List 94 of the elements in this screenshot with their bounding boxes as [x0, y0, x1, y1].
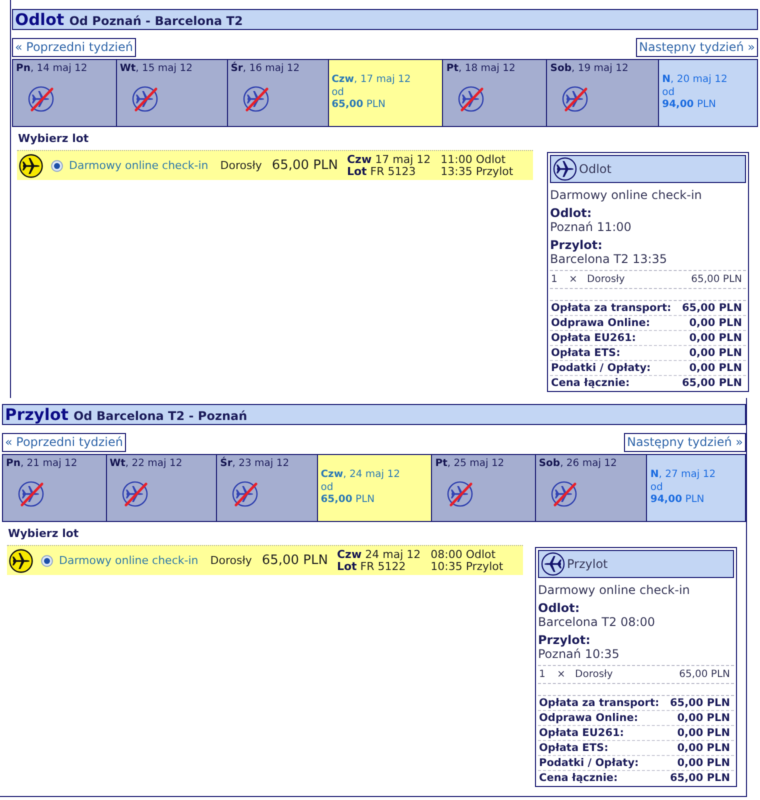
- arrival-time: 10:35 Przylot: [430, 560, 504, 572]
- passenger-amount: 65,00 PLN: [691, 273, 742, 287]
- fee-amount: 0,00 PLN: [677, 741, 730, 755]
- day-button[interactable]: Czw, 24 maj 12 od 65,00 PLN: [318, 455, 432, 521]
- no-flight-icon: [120, 478, 150, 508]
- fee-label: Opłata za transport:: [551, 301, 672, 315]
- departure-label: Odlot:: [550, 206, 593, 220]
- arrival-label: Przylot:: [550, 238, 604, 252]
- day-button[interactable]: Wt, 22 maj 12: [106, 455, 218, 521]
- no-flight-icon: [16, 478, 46, 508]
- fare-name: Darmowy online check-in: [550, 188, 703, 202]
- fee-label: Cena łącznie:: [539, 771, 618, 785]
- passenger-type: Dorosły: [575, 668, 614, 682]
- departure-time: 08:00 Odlot: [430, 548, 497, 560]
- fee-amount: 65,00 PLN: [670, 771, 730, 785]
- fare-name: Darmowy online check-in: [538, 583, 691, 597]
- no-flight-icon: [130, 84, 160, 114]
- passenger-amount: 65,00 PLN: [679, 668, 730, 682]
- passenger-count: 1: [539, 668, 546, 682]
- arrival-label: Przylot:: [538, 633, 592, 647]
- fee-amount: 0,00 PLN: [677, 711, 730, 725]
- day-button[interactable]: Sob, 26 maj 12: [536, 455, 648, 521]
- departure-info: Barcelona T2 08:00: [538, 615, 656, 629]
- day-button[interactable]: Czw, 17 maj 12 od 65,00 PLN: [328, 60, 444, 126]
- day-button[interactable]: Sob, 19 maj 12: [547, 60, 660, 126]
- no-flight-icon: [548, 478, 579, 508]
- radio-button[interactable]: [51, 160, 63, 172]
- summary-title: Odlot: [579, 162, 612, 176]
- no-flight-icon: [445, 478, 476, 508]
- day-button[interactable]: Pn, 14 maj 12: [13, 60, 117, 126]
- plane-icon: [9, 548, 33, 572]
- passenger-type: Dorosły: [587, 273, 626, 287]
- fee-amount: 65,00 PLN: [682, 376, 742, 390]
- choose-flight-heading: Wybierz lot: [17, 132, 90, 146]
- summary-title: Przylot: [567, 557, 608, 571]
- fee-label: Odprawa Online:: [551, 316, 650, 330]
- fee-amount: 0,00 PLN: [689, 316, 742, 330]
- passenger-count: 1: [551, 273, 558, 287]
- fee-amount: 0,00 PLN: [689, 346, 742, 360]
- fare-label: Darmowy online check-in: [59, 554, 198, 567]
- day-button[interactable]: Pn, 21 maj 12: [3, 455, 107, 521]
- fee-label: Opłata ETS:: [551, 346, 620, 360]
- arrival-time: 13:35 Przylot: [440, 166, 514, 178]
- departure-info: Poznań 11:00: [550, 220, 632, 234]
- plane-icon: [19, 154, 43, 178]
- flight-number: Lot FR 5122: [336, 560, 407, 572]
- flight-price: 65,00 PLN: [262, 553, 328, 568]
- fee-label: Podatki / Opłaty:: [539, 756, 639, 770]
- fee-amount: 0,00 PLN: [677, 756, 730, 770]
- fee-label: Opłata ETS:: [539, 741, 608, 755]
- fee-label: Opłata EU261:: [551, 331, 636, 345]
- passenger-type: Dorosły: [220, 159, 262, 172]
- no-flight-icon: [240, 84, 271, 114]
- fee-amount: 0,00 PLN: [689, 361, 742, 375]
- fee-amount: 65,00 PLN: [682, 301, 742, 315]
- arrival-info: Barcelona T2 13:35: [550, 252, 668, 266]
- multiply-sign: ×: [557, 668, 566, 682]
- day-button[interactable]: Śr, 16 maj 12: [228, 60, 329, 126]
- flight-price: 65,00 PLN: [272, 158, 338, 173]
- arrival-info: Poznań 10:35: [538, 647, 620, 661]
- multiply-sign: ×: [569, 273, 578, 287]
- day-button[interactable]: Pt, 18 maj 12: [443, 60, 548, 126]
- day-button[interactable]: Pt, 25 maj 12: [432, 455, 536, 521]
- prev-week-link[interactable]: « Poprzedni tydzień: [2, 433, 126, 452]
- fee-label: Opłata za transport:: [539, 696, 660, 710]
- no-flight-icon: [560, 84, 590, 114]
- departure-time: 11:00 Odlot: [440, 154, 507, 166]
- day-button[interactable]: Wt, 15 maj 12: [116, 60, 228, 126]
- no-flight-icon: [230, 478, 260, 508]
- section-title: Odlot: [15, 10, 64, 29]
- no-flight-icon: [456, 84, 486, 114]
- passenger-type: Dorosły: [210, 554, 252, 567]
- section-title: Przylot: [5, 405, 68, 424]
- route-text: Od Barcelona T2 - Poznań: [73, 409, 248, 423]
- fee-amount: 65,00 PLN: [670, 696, 730, 710]
- fare-label: Darmowy online check-in: [69, 159, 208, 172]
- prev-week-link[interactable]: « Poprzedni tydzień: [12, 38, 136, 57]
- no-flight-icon: [26, 84, 56, 114]
- next-week-link[interactable]: Następny tydzień »: [636, 38, 758, 57]
- choose-flight-heading: Wybierz lot: [7, 527, 80, 541]
- fee-label: Odprawa Online:: [539, 711, 638, 725]
- fee-amount: 0,00 PLN: [677, 726, 730, 740]
- fee-label: Podatki / Opłaty:: [551, 361, 651, 375]
- route-text: Od Poznań - Barcelona T2: [69, 14, 243, 28]
- radio-button[interactable]: [41, 554, 53, 566]
- day-button[interactable]: Śr, 23 maj 12: [217, 455, 318, 521]
- next-week-link[interactable]: Następny tydzień »: [624, 433, 746, 452]
- fee-label: Opłata EU261:: [539, 726, 624, 740]
- departure-label: Odlot:: [538, 601, 581, 615]
- flight-date: Czw 24 maj 12: [336, 548, 421, 560]
- flight-number: Lot FR 5123: [346, 166, 417, 178]
- flight-date: Czw 17 maj 12: [346, 154, 431, 166]
- fee-label: Cena łącznie:: [551, 376, 630, 390]
- fee-amount: 0,00 PLN: [689, 331, 742, 345]
